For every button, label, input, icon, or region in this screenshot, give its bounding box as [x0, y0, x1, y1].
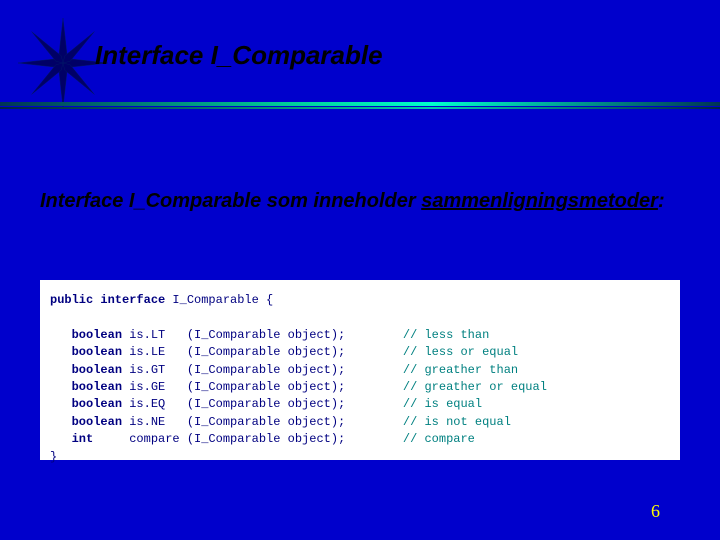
code-decl-keyword: public interface	[50, 293, 165, 307]
code-decl-name: I_Comparable {	[165, 293, 273, 307]
page-number: 6	[651, 501, 660, 522]
divider-bar	[0, 102, 720, 110]
subtitle-prefix: Interface I_Comparable som inneholder	[40, 190, 421, 212]
code-block: public interface I_Comparable { boolean …	[40, 280, 680, 460]
subtitle-underlined: sammenligningsmetoder	[421, 190, 658, 212]
subtitle-suffix: :	[658, 190, 665, 212]
slide-subtitle: Interface I_Comparable som inneholder sa…	[40, 190, 665, 213]
slide-header: Interface I_Comparable	[0, 0, 720, 110]
code-close: }	[50, 450, 57, 464]
slide-title: Interface I_Comparable	[95, 40, 383, 71]
